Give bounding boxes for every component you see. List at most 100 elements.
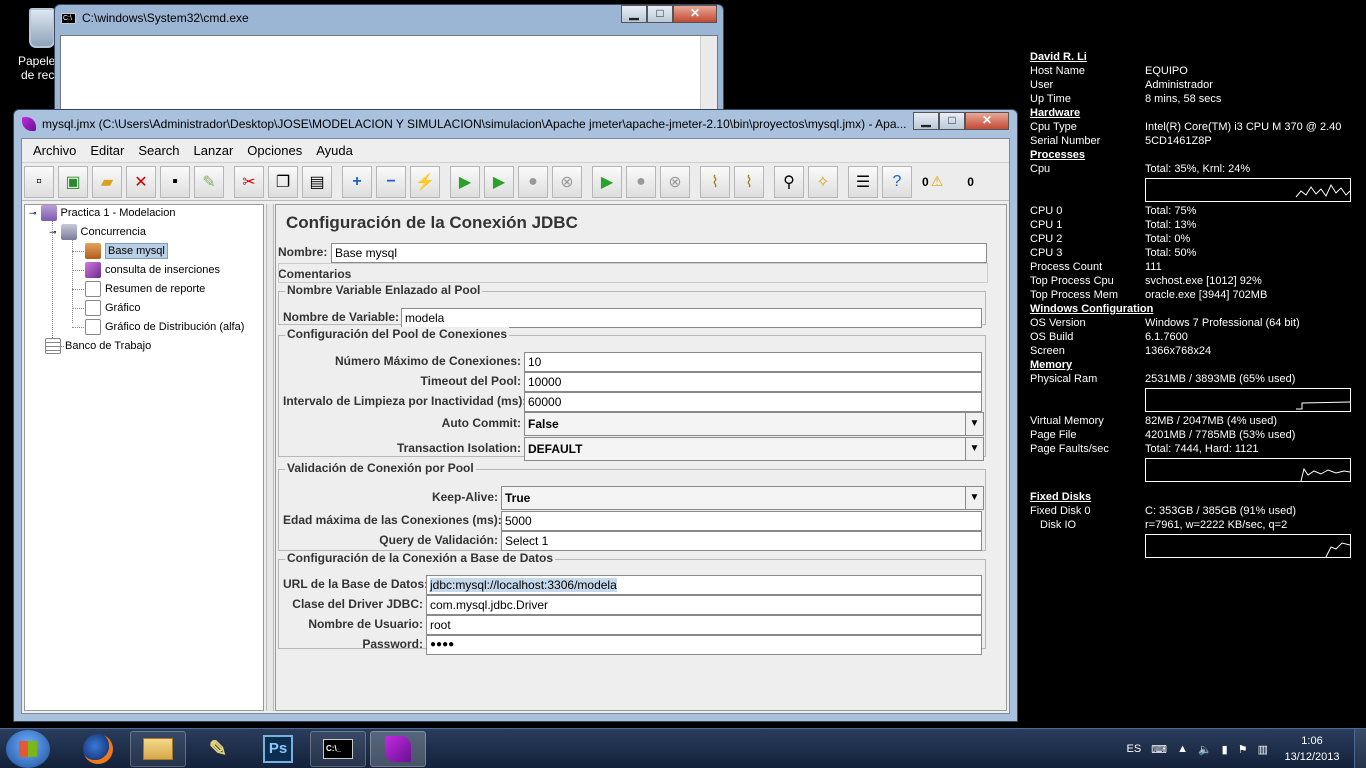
start-icon[interactable]: ▶ [450,165,480,198]
cut-icon[interactable]: ✂ [234,165,264,198]
thread-count: 0 [967,174,974,189]
bginfo-value: 8 mins, 58 secs [1145,93,1222,105]
copy-icon[interactable]: ❐ [268,165,298,198]
menu-opciones[interactable]: Opciones [240,143,309,158]
minimize-button[interactable]: ▁ [913,112,939,130]
thread-group-icon [60,224,77,240]
bginfo-value: Windows 7 Professional (64 bit) [1145,317,1300,329]
new-icon[interactable]: ▫ [24,165,54,198]
auto-commit-select[interactable]: False ▼ [524,412,984,436]
search-icon[interactable]: ⚲ [774,165,804,198]
password-field[interactable]: ●●●● [426,635,982,655]
cmd-scrollbar[interactable] [700,36,717,110]
bginfo-value: 82MB / 2047MB (4% used) [1145,415,1278,427]
max-age-field[interactable]: 5000 [501,511,982,531]
max-connections-field[interactable]: 10 [524,352,982,372]
warning-icon[interactable]: ⚠ [931,173,944,190]
tree-item-label: Base mysql [105,243,168,259]
start-button[interactable] [6,729,50,768]
tree-item-jdbc-config[interactable]: Base mysql [85,242,168,260]
photoshop-taskbar-icon[interactable]: Ps [250,731,306,767]
volume-icon[interactable]: 🔈 [1198,743,1212,756]
menu-lanzar[interactable]: Lanzar [187,143,241,158]
tree-item-summary-report[interactable]: Resumen de reporte [85,280,205,298]
keyboard-icon[interactable]: ⌨ [1151,743,1167,756]
jmeter-window[interactable]: mysql.jmx (C:\Users\Administrador\Deskto… [13,109,1018,722]
toggle-icon[interactable]: ⚡ [410,165,440,198]
function-helper-icon[interactable]: ☰ [848,165,878,198]
clock[interactable]: 1:06 13/12/2013 [1278,733,1346,765]
pencil-taskbar-icon[interactable]: ✎ [190,731,246,767]
menu-editar[interactable]: Editar [83,143,131,158]
driver-class-field[interactable]: com.mysql.jdbc.Driver [426,595,982,615]
keep-alive-select[interactable]: True ▼ [501,486,984,510]
minimize-button[interactable]: ▁ [621,5,647,23]
language-indicator[interactable]: ES [1126,743,1141,755]
test-plan-icon [40,205,57,221]
jmeter-titlebar[interactable]: mysql.jmx (C:\Users\Administrador\Deskto… [14,110,1017,138]
cmd-window[interactable]: C:\ C:\windows\System32\cmd.exe ▁ □ ✕ [54,4,724,112]
jmeter-taskbar-icon[interactable] [370,730,426,767]
maximize-button[interactable]: □ [939,112,965,130]
chevron-down-icon[interactable]: ▼ [965,413,983,435]
stop-icon[interactable]: ● [518,165,548,198]
validation-query-field[interactable]: Select 1 [501,531,982,551]
cmd-console[interactable] [60,35,718,111]
username-field[interactable]: root [426,615,982,635]
tree-item-sampler[interactable]: consulta de inserciones [85,261,220,279]
jmeter-title: mysql.jmx (C:\Users\Administrador\Deskto… [42,117,907,131]
group-title: Nombre Variable Enlazado al Pool [285,283,483,297]
remote-start-icon[interactable]: ▶ [592,165,622,198]
pool-timeout-field[interactable]: 10000 [524,372,982,392]
paste-icon[interactable]: ▤ [302,165,332,198]
chevron-down-icon[interactable]: ▼ [965,487,983,509]
expand-icon[interactable]: + [342,165,372,198]
transaction-isolation-select[interactable]: DEFAULT ▼ [524,437,984,461]
reset-search-icon[interactable]: ✧ [808,165,838,198]
driver-class-label: Clase del Driver JDBC: [292,597,423,611]
explorer-taskbar-icon[interactable] [130,730,186,767]
pane-splitter[interactable] [266,204,274,711]
clear-icon[interactable]: ⌇ [700,165,730,198]
firefox-taskbar-icon[interactable] [70,731,126,767]
tree-item-distribution-graph[interactable]: Gráfico de Distribución (alfa) [85,318,244,336]
comments-field[interactable] [278,263,988,283]
remote-shutdown-icon[interactable]: ⊗ [660,165,690,198]
collapse-toggle-icon[interactable]: ⊸ [49,227,57,238]
test-plan-tree[interactable]: ⊸ Practica 1 - Modelacion ⊸ Concurrencia… [24,204,264,711]
templates-icon[interactable]: ▣ [58,165,88,198]
chevron-down-icon[interactable]: ▼ [965,438,983,460]
power-icon[interactable]: ▮ [1222,743,1228,756]
save-icon[interactable]: ▪ [160,165,190,198]
menu-archivo[interactable]: Archivo [26,143,83,158]
show-desktop-button[interactable] [1354,729,1366,768]
menu-ayuda[interactable]: Ayuda [309,143,360,158]
help-icon[interactable]: ? [882,165,912,198]
show-hidden-icons-icon[interactable]: ▲ [1177,743,1188,755]
close-file-icon[interactable]: ✕ [126,165,156,198]
variable-name-field[interactable]: modela [401,308,982,328]
tree-item-thread-group[interactable]: ⊸ Concurrencia [49,223,146,241]
collapse-toggle-icon[interactable]: ⊸ [29,208,37,219]
network-icon[interactable]: ▥ [1258,743,1268,756]
save-as-icon[interactable]: ✎ [194,165,224,198]
clear-all-icon[interactable]: ⌇ [734,165,764,198]
close-button[interactable]: ✕ [673,5,717,23]
shutdown-icon[interactable]: ⊗ [552,165,582,198]
name-field[interactable]: Base mysql [331,243,987,263]
idle-cleanup-field[interactable]: 60000 [524,392,982,412]
database-url-field[interactable]: jdbc:mysql://localhost:3306/modela [426,575,982,595]
menu-search[interactable]: Search [131,143,186,158]
tree-item-workbench[interactable]: Banco de Trabajo [45,337,151,355]
tree-item-graph[interactable]: Gráfico [85,299,140,317]
action-center-flag-icon[interactable]: ⚑ [1238,743,1248,756]
remote-stop-icon[interactable]: ● [626,165,656,198]
collapse-icon[interactable]: − [376,165,406,198]
maximize-button[interactable]: □ [647,5,673,23]
open-icon[interactable]: ▰ [92,165,122,198]
close-button[interactable]: ✕ [965,112,1009,130]
cmd-taskbar-icon[interactable]: C:\_ [310,730,366,767]
tree-item-plan[interactable]: ⊸ Practica 1 - Modelacion [29,204,176,222]
start-no-pauses-icon[interactable]: ▶ [484,165,514,198]
clock-time: 1:06 [1301,735,1323,747]
